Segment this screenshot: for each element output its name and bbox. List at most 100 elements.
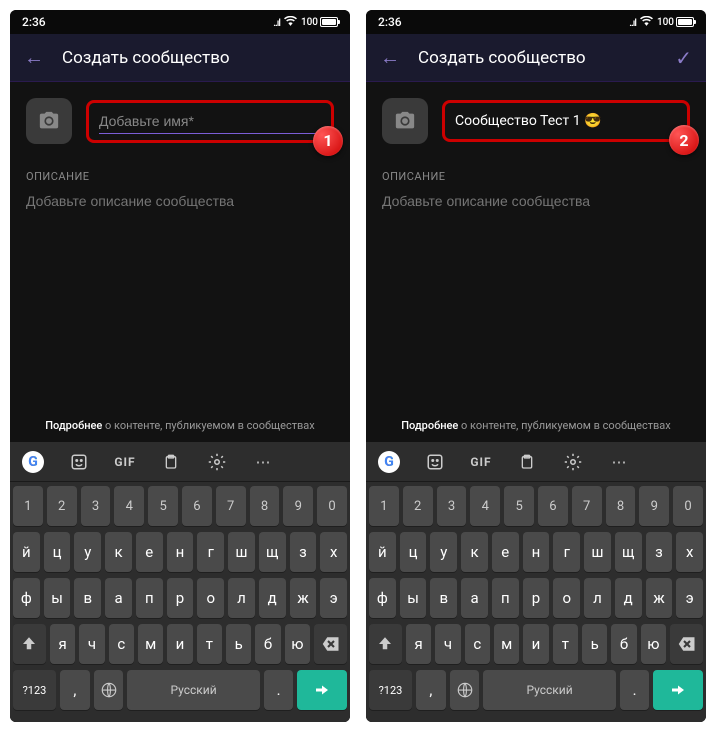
key-1[interactable]: 1 bbox=[13, 486, 43, 526]
key-3[interactable]: 3 bbox=[437, 486, 467, 526]
key-к[interactable]: к bbox=[461, 532, 488, 572]
key-и[interactable]: и bbox=[167, 624, 192, 664]
gif-icon[interactable]: GIF bbox=[110, 455, 140, 469]
sticker-icon[interactable] bbox=[420, 453, 450, 471]
key-щ[interactable]: щ bbox=[259, 532, 286, 572]
key-г[interactable]: г bbox=[197, 532, 224, 572]
key-8[interactable]: 8 bbox=[606, 486, 636, 526]
key-д[interactable]: д bbox=[615, 578, 642, 618]
back-arrow-icon[interactable]: ← bbox=[380, 45, 400, 70]
key-з[interactable]: з bbox=[290, 532, 317, 572]
enter-key[interactable] bbox=[653, 670, 703, 710]
space-key[interactable]: Русский bbox=[483, 670, 615, 710]
key-1[interactable]: 1 bbox=[369, 486, 399, 526]
key-ц[interactable]: ц bbox=[44, 532, 71, 572]
key-т[interactable]: т bbox=[553, 624, 578, 664]
symbols-key[interactable]: ?123 bbox=[13, 670, 56, 710]
more-icon[interactable]: ⋯ bbox=[248, 453, 278, 471]
gif-icon[interactable]: GIF bbox=[466, 455, 496, 469]
back-arrow-icon[interactable]: ← bbox=[24, 45, 44, 70]
key-ш[interactable]: ш bbox=[228, 532, 255, 572]
key-с[interactable]: с bbox=[465, 624, 490, 664]
comma-key[interactable]: , bbox=[416, 670, 446, 710]
key-ч[interactable]: ч bbox=[79, 624, 104, 664]
key-у[interactable]: у bbox=[430, 532, 457, 572]
more-icon[interactable]: ⋯ bbox=[604, 453, 634, 471]
key-ь[interactable]: ь bbox=[582, 624, 607, 664]
period-key[interactable]: . bbox=[620, 670, 650, 710]
key-е[interactable]: е bbox=[492, 532, 519, 572]
key-ь[interactable]: ь bbox=[226, 624, 251, 664]
key-ж[interactable]: ж bbox=[646, 578, 673, 618]
key-2[interactable]: 2 bbox=[47, 486, 77, 526]
key-ф[interactable]: ф bbox=[13, 578, 40, 618]
key-ц[interactable]: ц bbox=[400, 532, 427, 572]
settings-icon[interactable] bbox=[558, 453, 588, 471]
key-а[interactable]: а bbox=[461, 578, 488, 618]
key-и[interactable]: и bbox=[523, 624, 548, 664]
clipboard-icon[interactable] bbox=[156, 453, 186, 471]
key-щ[interactable]: щ bbox=[615, 532, 642, 572]
key-2[interactable]: 2 bbox=[403, 486, 433, 526]
key-г[interactable]: г bbox=[553, 532, 580, 572]
key-л[interactable]: л bbox=[584, 578, 611, 618]
key-д[interactable]: д bbox=[259, 578, 286, 618]
key-ы[interactable]: ы bbox=[400, 578, 427, 618]
key-л[interactable]: л bbox=[228, 578, 255, 618]
language-key[interactable] bbox=[450, 670, 480, 710]
key-в[interactable]: в bbox=[74, 578, 101, 618]
comma-key[interactable]: , bbox=[60, 670, 90, 710]
description-input[interactable] bbox=[10, 189, 350, 225]
key-9[interactable]: 9 bbox=[283, 486, 313, 526]
key-п[interactable]: п bbox=[136, 578, 163, 618]
key-5[interactable]: 5 bbox=[504, 486, 534, 526]
key-э[interactable]: э bbox=[320, 578, 347, 618]
backspace-key[interactable] bbox=[670, 624, 703, 664]
key-м[interactable]: м bbox=[494, 624, 519, 664]
key-4[interactable]: 4 bbox=[114, 486, 144, 526]
key-3[interactable]: 3 bbox=[81, 486, 111, 526]
key-м[interactable]: м bbox=[138, 624, 163, 664]
key-ш[interactable]: ш bbox=[584, 532, 611, 572]
key-й[interactable]: й bbox=[13, 532, 40, 572]
symbols-key[interactable]: ?123 bbox=[369, 670, 412, 710]
key-х[interactable]: х bbox=[320, 532, 347, 572]
footer-text[interactable]: Подробнее о контенте, публикуемом в сооб… bbox=[366, 409, 706, 442]
confirm-check-icon[interactable]: ✓ bbox=[675, 46, 692, 70]
community-name-input[interactable] bbox=[99, 109, 321, 134]
key-6[interactable]: 6 bbox=[538, 486, 568, 526]
clipboard-icon[interactable] bbox=[512, 453, 542, 471]
key-о[interactable]: о bbox=[553, 578, 580, 618]
key-ч[interactable]: ч bbox=[435, 624, 460, 664]
key-7[interactable]: 7 bbox=[216, 486, 246, 526]
key-т[interactable]: т bbox=[197, 624, 222, 664]
key-ы[interactable]: ы bbox=[44, 578, 71, 618]
backspace-key[interactable] bbox=[314, 624, 347, 664]
key-8[interactable]: 8 bbox=[250, 486, 280, 526]
key-0[interactable]: 0 bbox=[673, 486, 703, 526]
sticker-icon[interactable] bbox=[64, 453, 94, 471]
description-input[interactable] bbox=[366, 189, 706, 225]
key-б[interactable]: б bbox=[611, 624, 636, 664]
settings-icon[interactable] bbox=[202, 453, 232, 471]
key-ю[interactable]: ю bbox=[285, 624, 310, 664]
shift-key[interactable] bbox=[13, 624, 46, 664]
footer-text[interactable]: Подробнее о контенте, публикуемом в сооб… bbox=[10, 409, 350, 442]
enter-key[interactable] bbox=[297, 670, 347, 710]
space-key[interactable]: Русский bbox=[127, 670, 259, 710]
key-6[interactable]: 6 bbox=[182, 486, 212, 526]
key-4[interactable]: 4 bbox=[470, 486, 500, 526]
shift-key[interactable] bbox=[369, 624, 402, 664]
key-ж[interactable]: ж bbox=[290, 578, 317, 618]
key-п[interactable]: п bbox=[492, 578, 519, 618]
key-ф[interactable]: ф bbox=[369, 578, 396, 618]
key-х[interactable]: х bbox=[676, 532, 703, 572]
key-й[interactable]: й bbox=[369, 532, 396, 572]
key-е[interactable]: е bbox=[136, 532, 163, 572]
key-р[interactable]: р bbox=[523, 578, 550, 618]
key-9[interactable]: 9 bbox=[639, 486, 669, 526]
key-н[interactable]: н bbox=[167, 532, 194, 572]
key-0[interactable]: 0 bbox=[317, 486, 347, 526]
community-name-input[interactable]: Сообщество Тест 1 😎 bbox=[455, 109, 677, 133]
key-з[interactable]: з bbox=[646, 532, 673, 572]
